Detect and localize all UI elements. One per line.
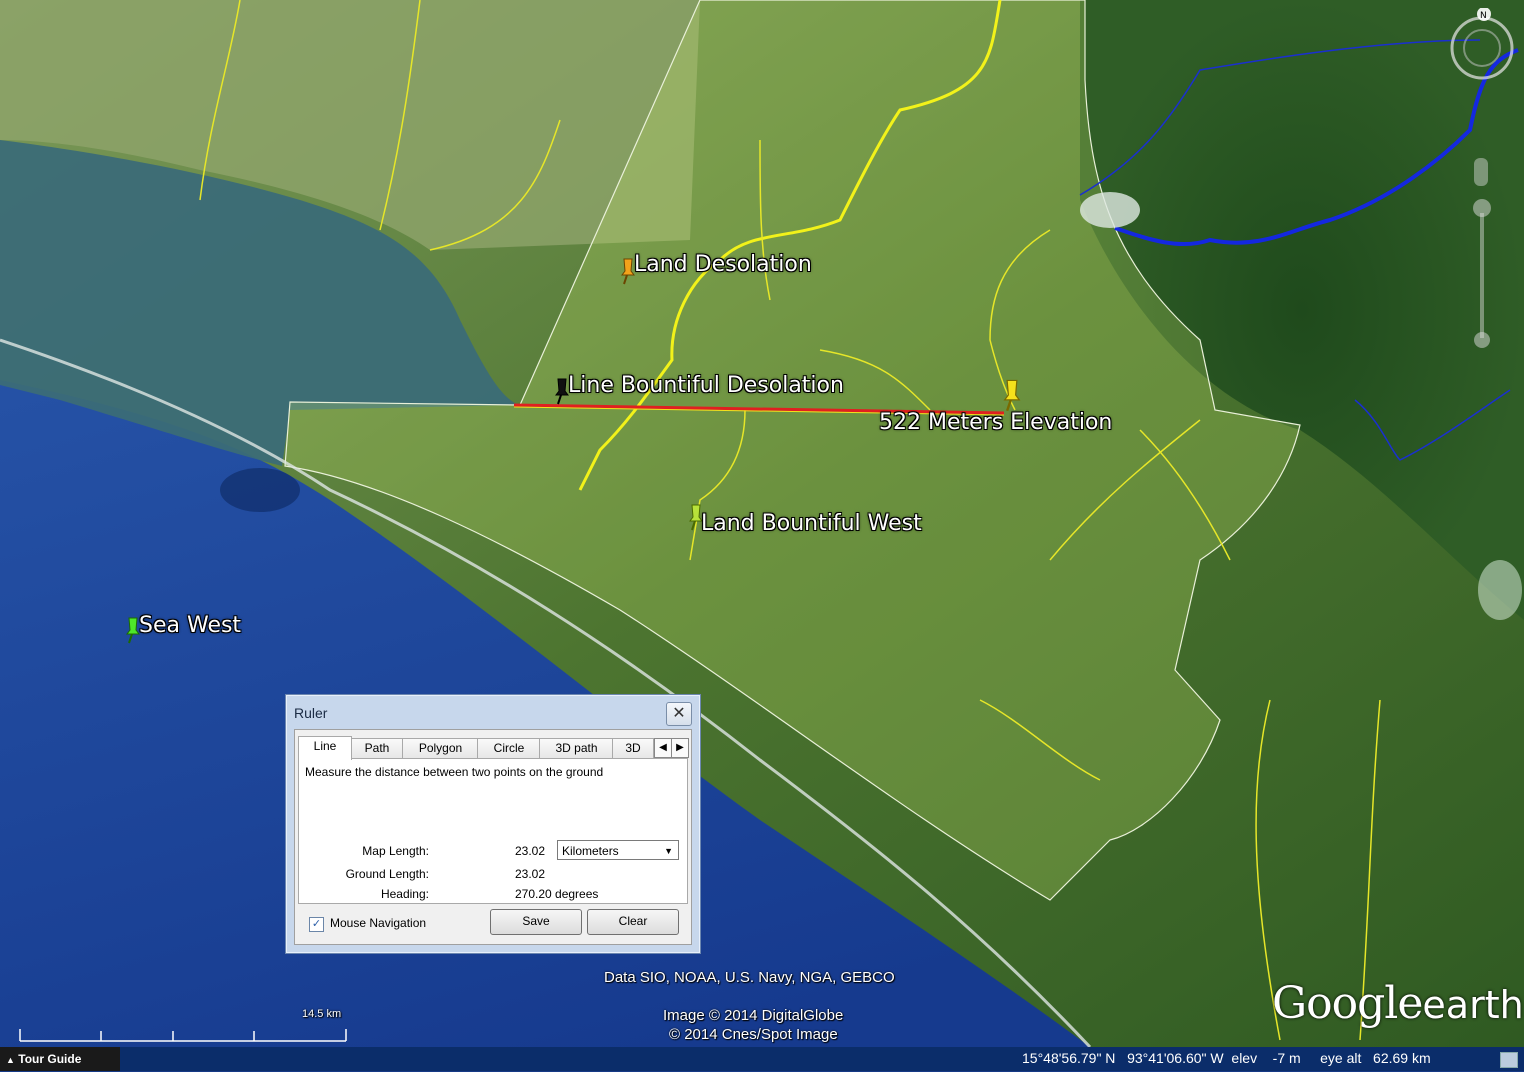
elevation-value: -7 m bbox=[1272, 1050, 1301, 1066]
status-indicator-icon bbox=[1500, 1052, 1518, 1068]
mouse-navigation-checkbox[interactable]: ✓ bbox=[309, 917, 324, 932]
unit-select[interactable]: Kilometers ▼ bbox=[557, 840, 679, 860]
ruler-description: Measure the distance between two points … bbox=[305, 765, 604, 779]
longitude-value: 93°41'06.60" W bbox=[1127, 1050, 1224, 1066]
elevation-label: elev bbox=[1231, 1050, 1258, 1066]
clear-button[interactable]: Clear bbox=[587, 909, 679, 935]
chevron-down-icon: ▼ bbox=[664, 846, 673, 856]
tab-path[interactable]: Path bbox=[350, 738, 404, 759]
zoom-in-icon[interactable] bbox=[1473, 199, 1491, 217]
eye-altitude-value: 62.69 km bbox=[1373, 1050, 1431, 1066]
cloud bbox=[1080, 192, 1140, 228]
save-button[interactable]: Save bbox=[490, 909, 582, 935]
placemark-sea-west[interactable]: Sea West bbox=[139, 613, 241, 638]
ground-length-label: Ground Length: bbox=[345, 867, 429, 881]
tour-guide-button[interactable]: ▲ Tour Guide bbox=[0, 1047, 120, 1071]
tour-guide-label: Tour Guide bbox=[18, 1052, 82, 1066]
map-length-label: Map Length: bbox=[362, 844, 429, 858]
tab-panel-line: Measure the distance between two points … bbox=[298, 758, 688, 904]
dialog-title: Ruler bbox=[294, 705, 328, 721]
placemark-land-desolation[interactable]: Land Desolation bbox=[634, 252, 812, 277]
zoom-out-icon[interactable] bbox=[1474, 332, 1490, 348]
tab-line[interactable]: Line bbox=[298, 736, 352, 760]
eye-altitude-label: eye alt bbox=[1320, 1050, 1362, 1066]
scale-label: 14.5 km bbox=[302, 1008, 342, 1020]
heading-label: Heading: bbox=[380, 887, 429, 901]
reef bbox=[220, 468, 300, 512]
placemark-land-bountiful-west[interactable]: Land Bountiful West bbox=[701, 511, 922, 536]
scale-bar bbox=[19, 1029, 347, 1042]
mouse-navigation-label: Mouse Navigation bbox=[330, 916, 427, 930]
placemark-line-bountiful-desolation[interactable]: Line Bountiful Desolation bbox=[568, 373, 844, 398]
navigation-controls[interactable]: N bbox=[1444, 8, 1520, 348]
chevron-right-icon[interactable]: ▶ bbox=[671, 738, 689, 758]
cloud bbox=[1478, 560, 1522, 620]
chevron-left-icon[interactable]: ◀ bbox=[654, 738, 672, 758]
unit-select-value: Kilometers bbox=[562, 844, 619, 858]
ground-length-value: 23.02 bbox=[515, 867, 546, 881]
close-icon[interactable]: ✕ bbox=[666, 702, 692, 726]
heading-value: 270.20 degrees bbox=[515, 887, 599, 901]
data-attribution: Data SIO, NOAA, U.S. Navy, NGA, GEBCO bbox=[604, 969, 895, 986]
svg-text:N: N bbox=[1480, 11, 1487, 21]
look-joystick-icon[interactable] bbox=[1450, 16, 1514, 80]
image-attribution-2: © 2014 Cnes/Spot Image bbox=[669, 1026, 838, 1043]
status-readout: 15°48'56.79" N 93°41'06.60" W elev -7 m … bbox=[1022, 1050, 1431, 1066]
ruler-dialog: Ruler ✕ Line Path Polygon Circle 3D path… bbox=[285, 694, 701, 954]
image-attribution: Image © 2014 DigitalGlobe bbox=[663, 1007, 844, 1024]
tab-3d-polygon[interactable]: 3D bbox=[612, 738, 654, 759]
tab-3d-path[interactable]: 3D path bbox=[539, 738, 614, 759]
street-view-icon[interactable] bbox=[1474, 158, 1488, 186]
latitude-value: 15°48'56.79" N bbox=[1022, 1050, 1116, 1066]
pin-icon[interactable] bbox=[999, 378, 1025, 412]
tab-scroll: ◀ ▶ bbox=[654, 738, 689, 758]
tab-polygon[interactable]: Polygon bbox=[402, 738, 479, 759]
google-earth-logo: Googleearth bbox=[1272, 978, 1524, 1029]
tab-circle[interactable]: Circle bbox=[477, 738, 541, 759]
placemark-elevation[interactable]: 522 Meters Elevation bbox=[879, 410, 1112, 435]
dialog-body: Line Path Polygon Circle 3D path 3D ◀ ▶ … bbox=[294, 729, 692, 945]
map-length-value: 23.02 bbox=[515, 844, 546, 858]
chevron-up-icon: ▲ bbox=[6, 1055, 15, 1065]
